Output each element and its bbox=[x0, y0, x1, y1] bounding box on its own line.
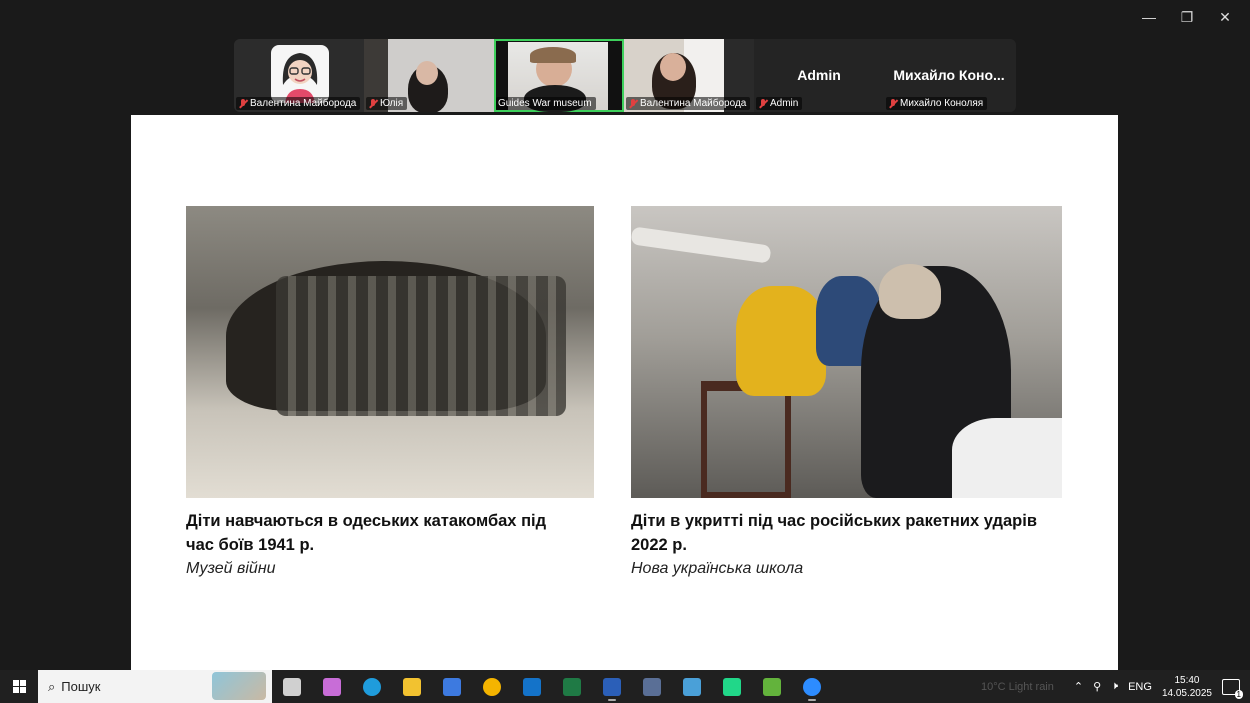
taskbar-excel[interactable] bbox=[552, 670, 592, 703]
participant-name: Михайло Коноляя bbox=[886, 97, 988, 110]
pillows bbox=[952, 418, 1062, 498]
participant-hair bbox=[530, 47, 576, 63]
file-explorer-icon bbox=[403, 677, 421, 696]
taskbar-calculator[interactable] bbox=[632, 670, 672, 703]
participant-tile[interactable]: Валентина Майборода bbox=[234, 39, 364, 112]
notifications-icon[interactable]: 1 bbox=[1222, 678, 1243, 699]
participant-face bbox=[660, 53, 686, 81]
participant-name: Валентина Майборода bbox=[626, 97, 751, 110]
taskbar-search[interactable]: ⌕ Пошук bbox=[38, 670, 272, 703]
excel-icon bbox=[563, 677, 581, 696]
mic-muted-icon bbox=[758, 98, 767, 109]
pipe bbox=[631, 226, 772, 264]
minimize-button[interactable]: — bbox=[1132, 6, 1166, 28]
taskbar-outlook[interactable] bbox=[512, 670, 552, 703]
right-caption-source: Нова українська школа bbox=[631, 560, 804, 577]
taskbar: ⌕ Пошук 10°C Light rain ⌃ ⚲ 🕨 ENG 15:40 … bbox=[0, 670, 1250, 703]
word-icon bbox=[603, 677, 621, 696]
clock-date: 14.05.2025 bbox=[1161, 687, 1212, 699]
right-caption: Діти в укритті під час російських ракетн… bbox=[631, 509, 1061, 581]
search-icon: ⌕ bbox=[48, 678, 56, 694]
taskbar-file-explorer[interactable] bbox=[392, 670, 432, 703]
taskbar-copilot[interactable] bbox=[312, 670, 352, 703]
participant-display-name: Михайло Коно... bbox=[893, 67, 1005, 83]
right-caption-title: Діти в укритті під час російських ракетн… bbox=[631, 512, 1037, 554]
chrome-icon bbox=[483, 677, 501, 696]
weather-widget[interactable]: 10°C Light rain bbox=[981, 681, 1054, 693]
participant-name: Admin bbox=[756, 97, 803, 110]
participant-name: Валентина Майборода bbox=[236, 97, 361, 110]
participant-face bbox=[416, 61, 438, 85]
search-highlight-image bbox=[212, 672, 266, 700]
volume-icon[interactable]: 🕨 bbox=[1111, 680, 1118, 693]
participant-tile[interactable]: Юлія bbox=[364, 39, 494, 112]
task-view-icon bbox=[283, 677, 301, 696]
child-yellow-coat bbox=[736, 286, 826, 396]
knit-hat bbox=[879, 264, 941, 319]
left-caption-source: Музей війни bbox=[186, 560, 276, 577]
system-tray: 10°C Light rain ⌃ ⚲ 🕨 ENG 15:40 14.05.20… bbox=[981, 670, 1250, 703]
catacombs-photo bbox=[186, 206, 594, 498]
taskbar-store[interactable] bbox=[432, 670, 472, 703]
participant-name: Guides War museum bbox=[496, 97, 596, 110]
restore-button[interactable]: ❐ bbox=[1170, 6, 1204, 28]
chevron-up-icon[interactable]: ⌃ bbox=[1074, 680, 1083, 693]
participant-tile[interactable]: Михайло Коно... Михайло Коноляя bbox=[884, 39, 1014, 112]
participant-display-name: Admin bbox=[797, 67, 841, 83]
taskbar-word[interactable] bbox=[592, 670, 632, 703]
mic-muted-icon bbox=[628, 98, 637, 109]
clock-time: 15:40 bbox=[1174, 674, 1200, 686]
mic-muted-icon bbox=[238, 98, 247, 109]
left-caption-title: Діти навчаються в одеських катакомбах пі… bbox=[186, 512, 547, 554]
participant-strip: Валентина Майборода Юлія Guides War muse… bbox=[234, 39, 1016, 112]
window-controls: — ❐ ✕ bbox=[1132, 6, 1242, 28]
copilot-icon bbox=[323, 677, 341, 696]
chair bbox=[701, 381, 791, 498]
participant-tile[interactable]: Валентина Майборода bbox=[624, 39, 754, 112]
taskbar-notes[interactable] bbox=[672, 670, 712, 703]
children-group bbox=[276, 276, 566, 416]
mic-muted-icon bbox=[368, 98, 377, 109]
taskbar-zoom[interactable] bbox=[792, 670, 832, 703]
pycharm-icon bbox=[723, 677, 741, 696]
mic-muted-icon bbox=[888, 98, 897, 109]
taskbar-chrome[interactable] bbox=[472, 670, 512, 703]
close-button[interactable]: ✕ bbox=[1208, 6, 1242, 28]
taskbar-pycharm[interactable] bbox=[712, 670, 752, 703]
shared-screen-slide: Діти навчаються в одеських катакомбах пі… bbox=[131, 115, 1118, 671]
notification-count: 1 bbox=[1234, 689, 1243, 699]
windows-icon bbox=[12, 680, 26, 693]
edge-icon bbox=[363, 677, 381, 696]
store-icon bbox=[443, 677, 461, 696]
participant-tile-active-speaker[interactable]: Guides War museum bbox=[494, 39, 624, 112]
notes-icon bbox=[683, 677, 701, 696]
start-button[interactable] bbox=[0, 670, 38, 703]
zoom-icon bbox=[803, 677, 821, 696]
taskbar-minecraft[interactable] bbox=[752, 670, 792, 703]
participant-tile[interactable]: Admin Admin bbox=[754, 39, 884, 112]
network-icon[interactable]: ⚲ bbox=[1093, 680, 1101, 693]
avatar bbox=[271, 45, 329, 103]
taskbar-apps bbox=[272, 670, 832, 703]
left-caption: Діти навчаються в одеських катакомбах пі… bbox=[186, 509, 616, 581]
calculator-icon bbox=[643, 677, 661, 696]
taskbar-edge[interactable] bbox=[352, 670, 392, 703]
search-placeholder: Пошук bbox=[61, 679, 101, 694]
minecraft-icon bbox=[763, 677, 781, 696]
taskbar-task-view[interactable] bbox=[272, 670, 312, 703]
participant-name: Юлія bbox=[366, 97, 408, 110]
clock[interactable]: 15:40 14.05.2025 bbox=[1162, 674, 1212, 700]
outlook-icon bbox=[523, 677, 541, 696]
language-indicator[interactable]: ENG bbox=[1128, 681, 1152, 693]
shelter-photo bbox=[631, 206, 1062, 498]
